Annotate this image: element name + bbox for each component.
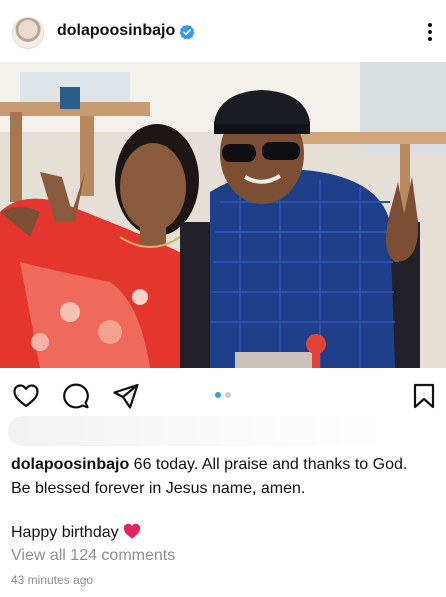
post-photo-image (0, 62, 446, 368)
red-heart-emoji-icon (123, 523, 140, 539)
post-photo[interactable] (0, 62, 446, 368)
comment-icon[interactable] (62, 382, 90, 410)
action-bar (0, 370, 446, 422)
post-caption: dolapoosinbajo 66 today. All praise and … (11, 453, 436, 545)
verified-badge-icon (179, 24, 195, 40)
carousel-dot-active (215, 392, 221, 398)
bookmark-icon[interactable] (410, 382, 438, 410)
view-all-comments-link[interactable]: View all 124 comments (11, 547, 175, 565)
send-icon[interactable] (112, 382, 140, 410)
post-username[interactable]: dolapoosinbajo (57, 22, 175, 40)
carousel-indicator (215, 392, 231, 398)
caption-username[interactable]: dolapoosinbajo (11, 456, 129, 473)
heart-icon[interactable] (12, 382, 40, 410)
avatar[interactable] (12, 17, 44, 49)
post-header: dolapoosinbajo (0, 0, 446, 64)
carousel-dot (225, 392, 231, 398)
caption-text-line3: Happy birthday (11, 524, 119, 541)
caption-text-line2: Be blessed forever in Jesus name, amen. (11, 480, 306, 497)
more-options-icon[interactable] (424, 21, 436, 43)
caption-text-line1: 66 today. All praise and thanks to God. (129, 456, 408, 473)
liked-by-row-blurred (8, 416, 388, 446)
post-timestamp: 43 minutes ago (11, 573, 94, 587)
